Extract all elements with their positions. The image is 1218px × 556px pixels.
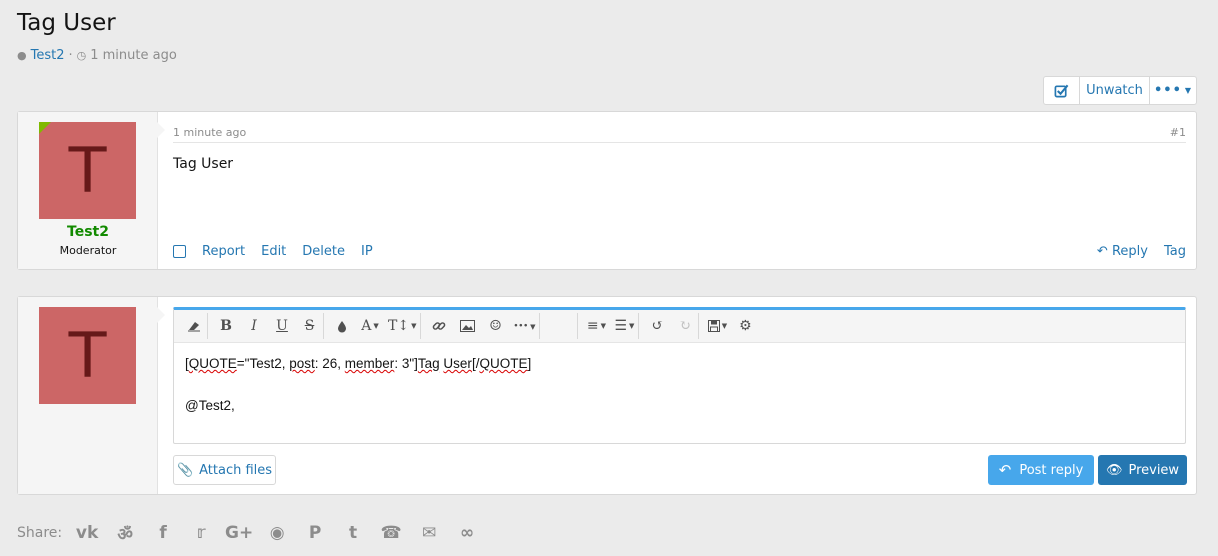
share-bar: Share: vk ॐ f 𝕣 G+ ◉ P t ☎ ✉ ∞ (17, 520, 486, 546)
link-icon[interactable]: ∞ (448, 520, 486, 546)
share-label: Share: (17, 525, 63, 541)
unwatch-button[interactable]: Unwatch (1080, 77, 1150, 104)
underline-icon[interactable]: U (268, 313, 296, 339)
email-icon[interactable]: ✉ (410, 520, 448, 546)
post-actions: Report Edit Delete IP ↶ Reply Tag (173, 242, 1186, 260)
moderation-select-button[interactable] (1044, 77, 1080, 104)
page-title: Tag User (17, 10, 116, 36)
reply-arrow-icon: ↶ (998, 461, 1012, 479)
tumblr-icon[interactable]: t (334, 520, 372, 546)
list-icon[interactable]: ☰ ▼ (610, 313, 640, 339)
font-family-icon[interactable]: A ▼ (356, 313, 384, 339)
chevron-down-icon: ▼ (1184, 86, 1193, 95)
toolbar-spacer (544, 313, 579, 339)
ip-link[interactable]: IP (361, 244, 373, 259)
thread-action-group: Unwatch ••• ▼ (1043, 76, 1197, 105)
checkbox-check-icon (1054, 84, 1069, 98)
report-link[interactable]: Report (202, 244, 245, 259)
post-message: T Test2 Moderator 1 minute ago #1 Tag Us… (17, 111, 1197, 270)
reddit-icon[interactable]: ◉ (258, 520, 296, 546)
editor-toolbar: B I U S A ▼ T↕ ▼ ☺ ··· ▼ ≡ ▼ ☰ ▼ ↺ ↻ ▼ ⚙ (174, 310, 1185, 343)
drafts-icon[interactable]: ▼ (703, 313, 731, 339)
post-reply-button[interactable]: ↶ Post reply (988, 455, 1094, 485)
post-user-title: Moderator (59, 244, 117, 257)
whatsapp-icon[interactable]: ☎ (372, 520, 410, 546)
user-cell-arrow (157, 307, 165, 323)
user-cell-arrow (157, 122, 165, 138)
image-icon[interactable] (453, 313, 481, 339)
editor-line-2: @Test2, (185, 398, 235, 413)
delete-link[interactable]: Delete (302, 244, 345, 259)
link-icon[interactable] (425, 313, 453, 339)
align-icon[interactable]: ≡ ▼ (582, 313, 610, 339)
attach-files-button[interactable]: 📎 Attach files (173, 455, 276, 485)
smilie-icon[interactable]: ☺ (481, 313, 509, 339)
more-dots: ••• (1153, 83, 1182, 98)
reply-arrow-icon: ↶ (1096, 243, 1108, 259)
thread-meta: ● Test2 · ◷ 1 minute ago (17, 48, 177, 63)
undo-icon[interactable]: ↺ (643, 313, 671, 339)
text-color-icon[interactable] (328, 313, 356, 339)
twitter-icon[interactable]: 𝕣 (182, 520, 220, 546)
insert-more-icon[interactable]: ··· ▼ (509, 313, 541, 339)
thread-time[interactable]: 1 minute ago (90, 48, 177, 63)
post-select-checkbox[interactable] (173, 244, 186, 258)
clock-icon: ◷ (76, 49, 87, 62)
facebook-icon[interactable]: f (144, 520, 182, 546)
pinterest-icon[interactable]: P (296, 520, 334, 546)
paperclip-icon: 📎 (176, 462, 194, 478)
odnoklassniki-icon[interactable]: ॐ (106, 520, 144, 546)
more-options-button[interactable]: ••• ▼ (1150, 77, 1196, 104)
post-body: Tag User (173, 156, 234, 172)
font-size-icon[interactable]: T↕ ▼ (384, 313, 422, 339)
remove-format-icon[interactable] (180, 313, 208, 339)
tag-link[interactable]: Tag (1164, 244, 1186, 259)
editor-content[interactable]: [QUOTE="Test2, post: 26, member: 3"]Tag … (174, 343, 1185, 426)
post-header: 1 minute ago #1 (173, 122, 1186, 143)
gear-icon[interactable]: ⚙ (731, 313, 759, 339)
post-time[interactable]: 1 minute ago (173, 126, 246, 139)
quick-reply: T B I U S A ▼ T↕ ▼ ☺ ··· ▼ ≡ ▼ ☰ ▼ ↺ ↻ ▼… (17, 296, 1197, 495)
post-username[interactable]: Test2 (18, 224, 158, 240)
eye-icon: 👁 (1105, 462, 1123, 478)
bold-icon[interactable]: B (212, 313, 240, 339)
reply-link[interactable]: ↶ Reply (1097, 244, 1148, 259)
online-indicator-icon (39, 122, 51, 134)
reply-link-label: Reply (1111, 243, 1148, 259)
thread-author-link[interactable]: Test2 (31, 48, 65, 63)
post-reply-label: Post reply (1019, 462, 1084, 478)
preview-label: Preview (1128, 462, 1180, 478)
user-icon: ● (17, 49, 27, 62)
editor-line-1: [QUOTE="Test2, post: 26, member: 3"]Tag … (185, 356, 532, 371)
preview-button[interactable]: 👁 Preview (1098, 455, 1187, 485)
avatar[interactable]: T (39, 307, 136, 404)
avatar[interactable]: T (39, 122, 136, 219)
attach-files-label: Attach files (199, 462, 273, 478)
google-plus-icon[interactable]: G+ (220, 520, 258, 546)
reply-user-cell: T (18, 297, 165, 494)
italic-icon[interactable]: I (240, 313, 268, 339)
strikethrough-icon[interactable]: S (296, 313, 324, 339)
meta-separator: · (68, 48, 73, 63)
redo-icon[interactable]: ↻ (671, 313, 700, 339)
post-user-cell: T Test2 Moderator (18, 112, 165, 269)
post-number[interactable]: #1 (1170, 126, 1186, 139)
vk-icon[interactable]: vk (68, 520, 106, 546)
reply-editor: B I U S A ▼ T↕ ▼ ☺ ··· ▼ ≡ ▼ ☰ ▼ ↺ ↻ ▼ ⚙… (173, 307, 1186, 444)
edit-link[interactable]: Edit (261, 244, 286, 259)
